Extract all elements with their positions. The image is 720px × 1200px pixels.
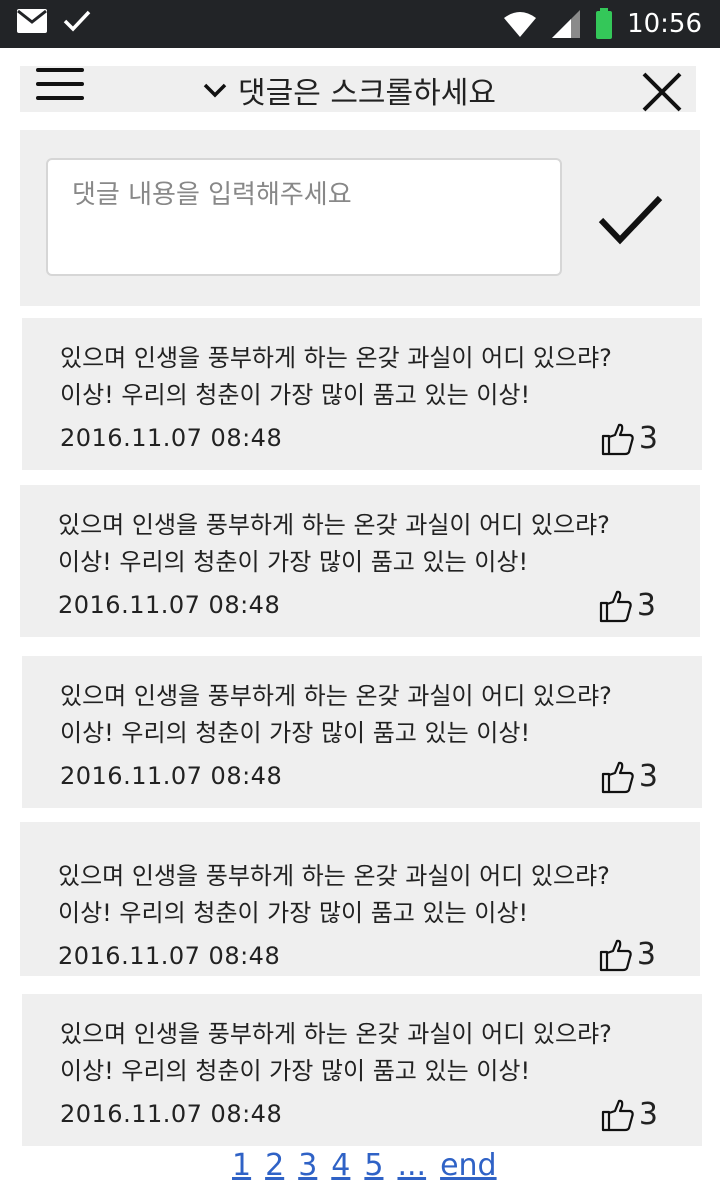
comment-date: 2016.11.07 08:48 <box>60 424 283 452</box>
mail-icon <box>17 9 47 33</box>
comment-text-line: 이상! 우리의 청춘이 가장 많이 품고 있는 이상! <box>60 1057 531 1085</box>
page-link-2[interactable]: 2 <box>265 1148 284 1183</box>
comment-date: 2016.11.07 08:48 <box>58 942 281 970</box>
comment-text: 있으며 인생을 풍부하게 하는 온갖 과실이 어디 있으랴? 이상! 우리의 청… <box>60 340 660 414</box>
comment-item: 있으며 인생을 풍부하게 하는 온갖 과실이 어디 있으랴? 이상! 우리의 청… <box>20 822 700 976</box>
page-link-5[interactable]: 5 <box>364 1148 383 1183</box>
header-title: 댓글은 스크롤하세요 <box>238 76 496 111</box>
page-link-1[interactable]: 1 <box>232 1148 251 1183</box>
comments-header: 댓글은 스크롤하세요 <box>20 66 696 112</box>
like-button[interactable]: 3 <box>599 937 656 972</box>
comment-text-line: 이상! 우리의 청춘이 가장 많이 품고 있는 이상! <box>58 899 529 927</box>
page-link-4[interactable]: 4 <box>331 1148 350 1183</box>
comment-date: 2016.11.07 08:48 <box>60 762 283 790</box>
status-bar: 10:56 <box>0 0 720 48</box>
comment-date: 2016.11.07 08:48 <box>60 1100 283 1128</box>
comment-text-line: 있으며 인생을 풍부하게 하는 온갖 과실이 어디 있으랴? <box>60 344 612 372</box>
like-count: 3 <box>636 588 656 623</box>
wifi-icon <box>504 12 537 37</box>
battery-icon <box>596 8 613 39</box>
header-title-group[interactable]: 댓글은 스크롤하세요 <box>202 70 496 111</box>
checkmark-icon[interactable] <box>598 192 664 248</box>
signal-icon <box>552 10 581 38</box>
comment-item: 있으며 인생을 풍부하게 하는 온갖 과실이 어디 있으랴? 이상! 우리의 청… <box>22 656 702 808</box>
page-link-3[interactable]: 3 <box>298 1148 317 1183</box>
like-button[interactable]: 3 <box>601 421 658 456</box>
menu-icon[interactable] <box>36 68 86 104</box>
comment-text-line: 이상! 우리의 청춘이 가장 많이 품고 있는 이상! <box>60 381 531 409</box>
like-count: 3 <box>638 1097 658 1132</box>
status-time: 10:56 <box>627 9 702 39</box>
thumbs-up-icon[interactable] <box>599 589 633 623</box>
thumbs-up-icon[interactable] <box>599 938 633 972</box>
like-count: 3 <box>638 421 658 456</box>
comment-text: 있으며 인생을 풍부하게 하는 온갖 과실이 어디 있으랴? 이상! 우리의 청… <box>60 1016 660 1090</box>
comment-text-line: 있으며 인생을 풍부하게 하는 온갖 과실이 어디 있으랴? <box>60 682 612 710</box>
comment-text: 있으며 인생을 풍부하게 하는 온갖 과실이 어디 있으랴? 이상! 우리의 청… <box>58 858 658 932</box>
thumbs-up-icon[interactable] <box>601 1098 635 1132</box>
like-button[interactable]: 3 <box>601 1097 658 1132</box>
like-count: 3 <box>636 937 656 972</box>
comment-item: 있으며 인생을 풍부하게 하는 온갖 과실이 어디 있으랴? 이상! 우리의 청… <box>20 485 700 637</box>
comment-text-line: 있으며 인생을 풍부하게 하는 온갖 과실이 어디 있으랴? <box>60 1020 612 1048</box>
close-icon[interactable] <box>640 70 684 114</box>
like-count: 3 <box>638 759 658 794</box>
pagination: 1 2 3 4 5 ... end <box>232 1148 497 1183</box>
comment-item: 있으며 인생을 풍부하게 하는 온갖 과실이 어디 있으랴? 이상! 우리의 청… <box>22 318 702 470</box>
comment-text-line: 있으며 인생을 풍부하게 하는 온갖 과실이 어디 있으랴? <box>58 862 610 890</box>
thumbs-up-icon[interactable] <box>601 422 635 456</box>
check-icon <box>63 10 91 32</box>
page-link-end[interactable]: end <box>440 1148 497 1183</box>
comment-composer: 댓글 내용을 입력해주세요 <box>20 130 700 306</box>
comment-text-line: 이상! 우리의 청춘이 가장 많이 품고 있는 이상! <box>58 548 529 576</box>
comment-text-line: 이상! 우리의 청춘이 가장 많이 품고 있는 이상! <box>60 719 531 747</box>
comment-item: 있으며 인생을 풍부하게 하는 온갖 과실이 어디 있으랴? 이상! 우리의 청… <box>22 994 702 1146</box>
comment-text-line: 있으며 인생을 풍부하게 하는 온갖 과실이 어디 있으랴? <box>58 511 610 539</box>
chevron-down-icon[interactable] <box>202 77 228 103</box>
page-ellipsis[interactable]: ... <box>397 1148 426 1183</box>
thumbs-up-icon[interactable] <box>601 760 635 794</box>
like-button[interactable]: 3 <box>599 588 656 623</box>
like-button[interactable]: 3 <box>601 759 658 794</box>
comment-date: 2016.11.07 08:48 <box>58 591 281 619</box>
comment-text: 있으며 인생을 풍부하게 하는 온갖 과실이 어디 있으랴? 이상! 우리의 청… <box>58 507 658 581</box>
comment-input[interactable]: 댓글 내용을 입력해주세요 <box>46 158 562 276</box>
comment-text: 있으며 인생을 풍부하게 하는 온갖 과실이 어디 있으랴? 이상! 우리의 청… <box>60 678 660 752</box>
